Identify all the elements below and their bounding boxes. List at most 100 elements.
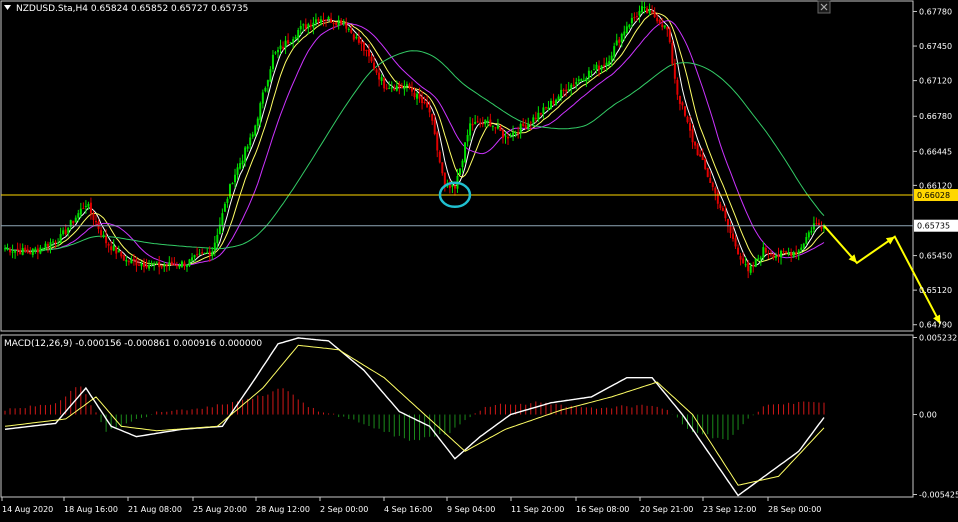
candle-body [193, 255, 196, 258]
candle [431, 113, 434, 125]
price-tag-yellow: 0.66028 [914, 189, 958, 202]
candle-body [403, 86, 406, 90]
candle-body [663, 25, 666, 28]
candle-body [292, 39, 295, 42]
candle-body [39, 247, 42, 254]
candle-body [155, 261, 158, 263]
moving-average-lines [4, 8, 825, 267]
candle-body [375, 69, 378, 73]
candle-body [145, 265, 148, 268]
candle-body [317, 19, 320, 22]
candle-body [191, 257, 194, 261]
candle [254, 124, 257, 137]
candle [790, 248, 793, 262]
candle [49, 238, 52, 254]
candle [271, 50, 274, 73]
candle-body [62, 230, 65, 235]
candle-body [461, 160, 464, 168]
candle [507, 133, 510, 145]
candle [74, 215, 77, 223]
candle [678, 95, 681, 111]
candle-body [211, 251, 214, 257]
candle-body [600, 65, 603, 70]
candle-body [785, 251, 788, 253]
candle-body [64, 229, 67, 235]
candle-body [671, 42, 674, 64]
candle-body [67, 227, 70, 234]
candle-body [59, 234, 62, 243]
candle [188, 258, 191, 268]
candle-body [256, 118, 259, 126]
candle [618, 36, 621, 48]
candle [39, 244, 42, 255]
candle [638, 5, 641, 23]
candle [499, 124, 502, 132]
candle-body [122, 254, 125, 261]
candle-body [615, 40, 618, 46]
candle [699, 149, 702, 158]
time-tick-label: 2 Sep 00:00 [320, 505, 368, 514]
candle [26, 245, 29, 254]
horizontal-lines[interactable] [1, 194, 913, 227]
candle [754, 258, 757, 268]
close-icon[interactable] [817, 0, 831, 14]
candle-body [34, 248, 37, 251]
candle-body [658, 19, 661, 24]
candle [62, 227, 65, 236]
candle-body [216, 234, 219, 243]
candle-body [345, 22, 348, 29]
candle-body [312, 22, 315, 28]
candle-body [373, 62, 376, 69]
candle-body [714, 187, 717, 194]
trading-chart[interactable]: NZDUSD.Sta,H4 0.65824 0.65852 0.65727 0.… [0, 0, 958, 518]
candle-body [815, 223, 818, 225]
candle-body [585, 78, 588, 82]
candle-body [271, 54, 274, 69]
candle-body [16, 248, 19, 251]
candle-body [757, 258, 760, 260]
candle [615, 33, 618, 46]
candle-body [517, 133, 520, 135]
candle-body [514, 132, 517, 134]
candle-body [393, 88, 396, 91]
candle [297, 27, 300, 43]
candle [385, 84, 388, 91]
candle-body [605, 62, 608, 66]
candle-body [24, 247, 27, 251]
candle [456, 169, 459, 193]
candle-body [772, 254, 775, 258]
candle-body [565, 89, 568, 92]
candle [287, 33, 290, 45]
candle-body [711, 182, 714, 188]
candle [466, 129, 469, 147]
candle-body [547, 107, 550, 110]
candle-body [405, 84, 408, 86]
candle [362, 41, 365, 56]
candle-body [398, 84, 401, 88]
candle [312, 17, 315, 35]
candle-body [261, 92, 264, 104]
candle-body [196, 254, 199, 256]
candle-body [704, 158, 707, 169]
candle [633, 12, 636, 22]
candle-body [400, 86, 403, 89]
triangle-down-icon[interactable] [4, 5, 11, 10]
chart-canvas[interactable]: NZDUSD.Sta,H4 0.65824 0.65852 0.65727 0.… [0, 0, 958, 518]
candle-body [754, 258, 757, 267]
candle-body [582, 79, 585, 81]
candle-body [127, 261, 130, 263]
candle-body [795, 252, 798, 254]
candle-body [89, 202, 92, 214]
candle-body [451, 184, 454, 187]
candle-body [491, 126, 494, 128]
candle-body [74, 217, 77, 223]
candle-body [747, 262, 750, 272]
candle [550, 98, 552, 110]
candle [585, 76, 588, 87]
candle [673, 58, 676, 84]
candle-body [441, 162, 444, 174]
candle [810, 226, 813, 236]
candle-body [269, 69, 272, 82]
candle-body [641, 6, 643, 12]
candle-body [135, 259, 138, 266]
